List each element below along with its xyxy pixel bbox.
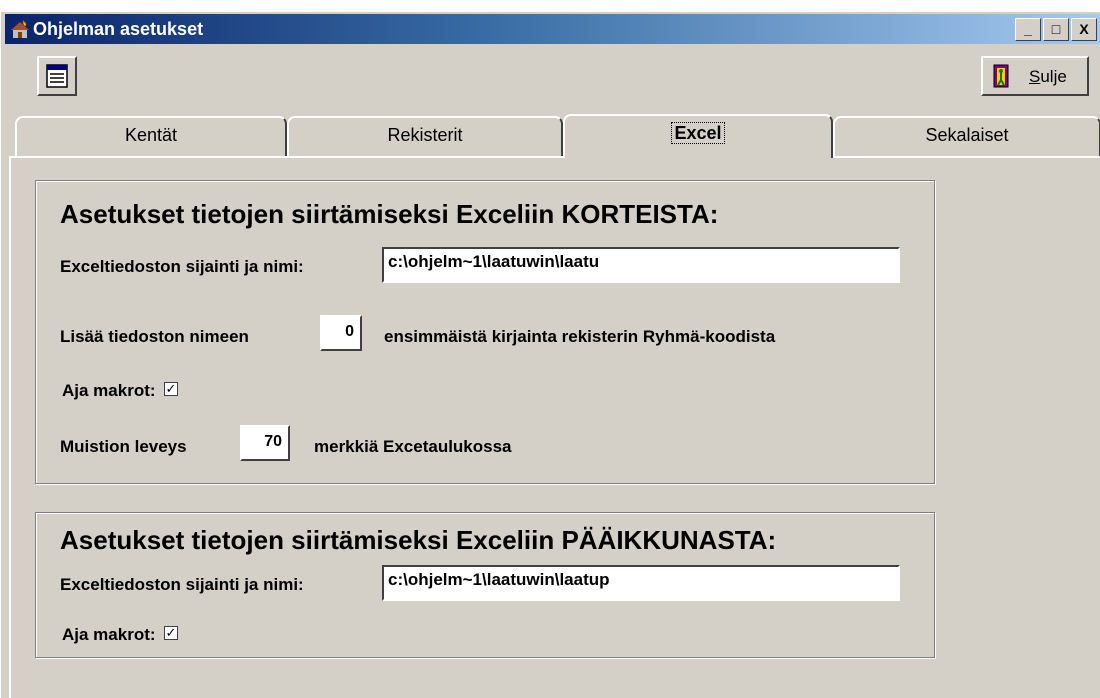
- main-group-heading: Asetukset tietojen siirtämiseksi Excelii…: [60, 525, 777, 555]
- memo-width-input[interactable]: 70: [240, 425, 290, 461]
- cards-macros-label: Aja makrot:: [62, 381, 156, 400]
- settings-window: Ohjelman asetukset _ □ X Sulje Kentät Re…: [0, 12, 1100, 698]
- cards-file-input[interactable]: c:\ohjelm~1\laatuwin\laatu: [382, 247, 900, 283]
- cards-file-label: Exceltiedoston sijainti ja nimi:: [60, 257, 304, 276]
- memo-label-before: Muistion leveys: [60, 437, 187, 456]
- check-icon: ✓: [165, 381, 177, 396]
- app-house-icon: [11, 20, 29, 38]
- excel-tab-panel: Asetukset tietojen siirtämiseksi Excelii…: [9, 156, 1100, 698]
- tab-excel[interactable]: Excel: [563, 114, 833, 158]
- prefix-count-input[interactable]: 0: [320, 315, 362, 351]
- minimize-icon: _: [1024, 21, 1032, 37]
- main-window-export-group: Asetukset tietojen siirtämiseksi Excelii…: [35, 512, 935, 658]
- window-title: Ohjelman asetukset: [33, 19, 204, 39]
- maximize-button[interactable]: □: [1043, 18, 1069, 41]
- cards-macros-checkbox[interactable]: ✓: [164, 382, 178, 396]
- sulje-label: Sulje: [1029, 67, 1067, 86]
- sulje-button[interactable]: Sulje: [981, 56, 1089, 96]
- tab-sekalaiset[interactable]: Sekalaiset: [833, 116, 1100, 156]
- close-window-button[interactable]: X: [1071, 18, 1097, 41]
- cards-group-heading: Asetukset tietojen siirtämiseksi Excelii…: [60, 199, 719, 229]
- tab-kentat[interactable]: Kentät: [15, 116, 287, 156]
- tab-rekisterit[interactable]: Rekisterit: [287, 116, 563, 156]
- form-button[interactable]: [37, 56, 77, 96]
- check-icon: ✓: [165, 625, 177, 640]
- close-icon: X: [1079, 21, 1089, 37]
- form-icon: [46, 64, 68, 88]
- prefix-label-before: Lisää tiedoston nimeen: [60, 327, 249, 346]
- main-macros-label: Aja makrot:: [62, 625, 156, 644]
- main-macros-checkbox[interactable]: ✓: [164, 626, 178, 640]
- maximize-icon: □: [1051, 21, 1061, 37]
- main-file-input[interactable]: c:\ohjelm~1\laatuwin\laatup: [382, 565, 900, 601]
- cards-export-group: Asetukset tietojen siirtämiseksi Excelii…: [35, 180, 935, 484]
- memo-label-after: merkkiä Excetaulukossa: [314, 437, 512, 456]
- exit-door-icon: [993, 64, 1009, 88]
- title-bar[interactable]: Ohjelman asetukset _ □ X: [5, 14, 1100, 44]
- prefix-label-after: ensimmäistä kirjainta rekisterin Ryhmä-k…: [384, 327, 776, 346]
- main-file-label: Exceltiedoston sijainti ja nimi:: [60, 575, 304, 594]
- minimize-button[interactable]: _: [1015, 18, 1041, 41]
